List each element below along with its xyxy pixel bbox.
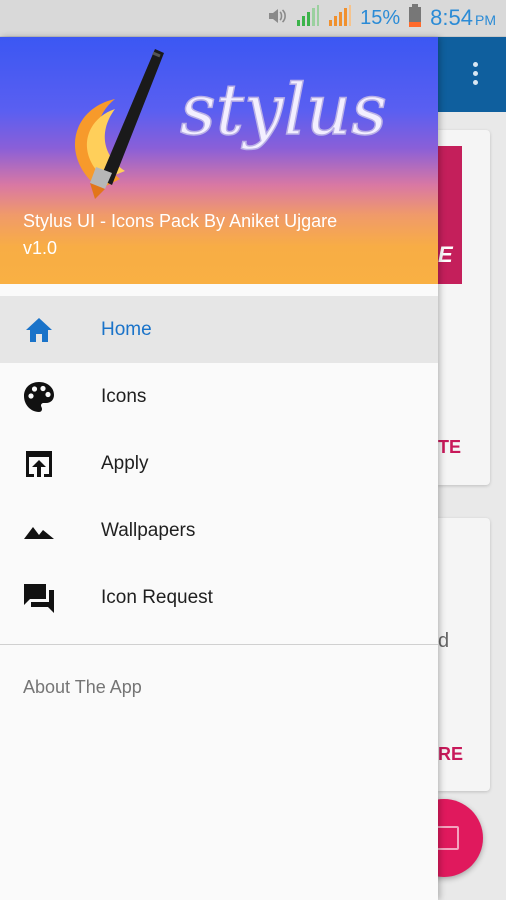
volume-icon xyxy=(266,6,288,31)
menu-item-home[interactable]: Home xyxy=(0,296,438,363)
app-title: Stylus UI - Icons Pack By Aniket Ujgare xyxy=(23,211,338,231)
drawer-header-title: Stylus UI - Icons Pack By Aniket Ujgare … xyxy=(23,208,403,262)
menu-item-apply[interactable]: Apply xyxy=(0,430,438,497)
about-app-link[interactable]: About The App xyxy=(23,677,142,698)
palette-icon xyxy=(22,380,56,414)
clock: 8:54 PM xyxy=(430,5,496,30)
card-banner-text: E xyxy=(438,242,453,267)
menu-item-wallpapers[interactable]: Wallpapers xyxy=(0,497,438,564)
card-action-button[interactable]: TE xyxy=(438,437,461,458)
svg-text:stylus: stylus xyxy=(180,69,387,151)
menu-item-icon-request[interactable]: Icon Request xyxy=(0,564,438,631)
stylus-logo: stylus xyxy=(74,49,388,199)
menu-item-icons[interactable]: Icons xyxy=(0,363,438,430)
signal-icon xyxy=(328,4,352,32)
drawer-header: stylus Stylus UI - Icons Pack By Aniket … xyxy=(0,37,438,284)
drawer-divider xyxy=(0,644,438,645)
drawer-menu: Home Icons Apply Wallpapers Icon Request xyxy=(0,296,438,631)
more-options-icon[interactable] xyxy=(473,62,481,86)
home-icon xyxy=(22,313,56,347)
battery-icon xyxy=(408,3,422,33)
app-version: v1.0 xyxy=(23,238,58,258)
open-in-browser-icon xyxy=(22,447,56,481)
menu-item-label: Icons xyxy=(101,385,147,407)
status-bar: 15% 8:54 PM xyxy=(0,0,506,37)
landscape-icon xyxy=(22,514,56,548)
menu-item-label: Home xyxy=(101,318,152,340)
menu-item-label: Apply xyxy=(101,452,149,474)
card-action-button[interactable]: RE xyxy=(438,744,463,765)
navigation-drawer: stylus Stylus UI - Icons Pack By Aniket … xyxy=(0,37,438,900)
battery-percent: 15% xyxy=(360,6,401,29)
card-text: d xyxy=(438,630,450,652)
app-bar xyxy=(438,37,506,112)
menu-item-label: Wallpapers xyxy=(101,519,196,541)
menu-item-label: Icon Request xyxy=(101,586,213,608)
forum-icon xyxy=(22,581,56,615)
signal-icon xyxy=(296,4,320,32)
